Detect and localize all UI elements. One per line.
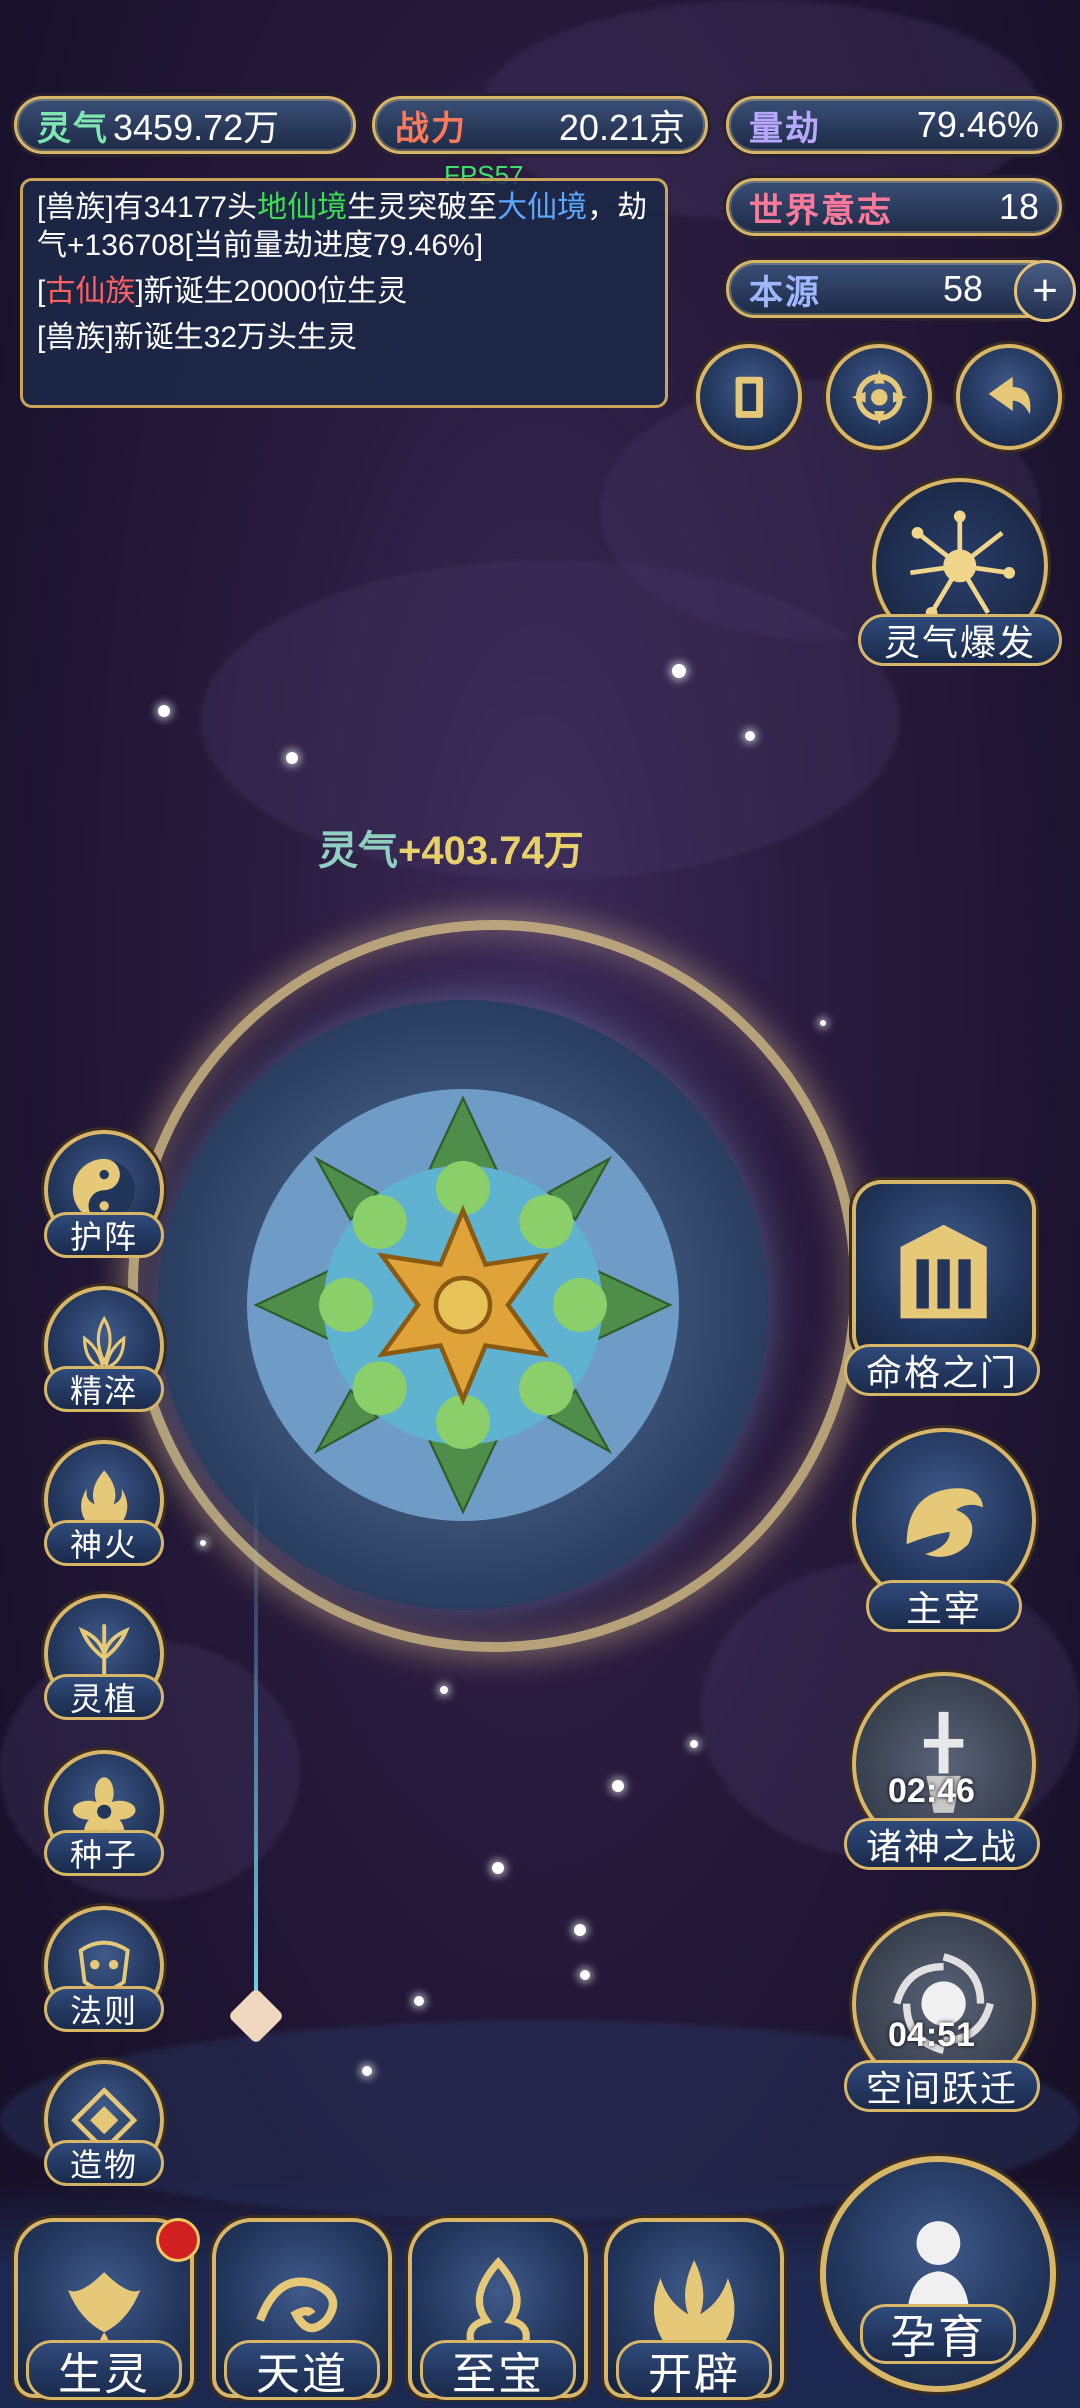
lingqi-burst-label[interactable]: 灵气爆发 (858, 614, 1062, 666)
liangjie-label: 量劫 (749, 109, 821, 148)
lotus-core-icon (247, 1089, 679, 1521)
tian-dao-label[interactable]: 天道 (224, 2340, 380, 2400)
shijie-label: 世界意志 (749, 191, 893, 230)
lingqi-stat: 灵气 3459.72万 (14, 96, 356, 154)
vortex-button[interactable] (826, 344, 932, 450)
dragon-icon (907, 1488, 984, 1558)
shijie-stat[interactable]: 世界意志 18 (726, 178, 1062, 236)
hu-zhen-label[interactable]: 护阵 (44, 1212, 164, 1258)
burst-icon (910, 510, 1016, 619)
lingqi-value: 3459.72万 (113, 107, 280, 148)
log-line: [古仙族]新诞生20000位生灵 (37, 275, 408, 308)
zhu-zai-label[interactable]: 主宰 (866, 1580, 1022, 1632)
benyuan-value: 58 (942, 268, 983, 309)
zhi-bao-label[interactable]: 至宝 (420, 2340, 576, 2400)
ling-zhi-label[interactable]: 灵植 (44, 1674, 164, 1720)
zhanli-label: 战力 (395, 109, 467, 148)
shijie-value: 18 (998, 186, 1039, 227)
scroll-button[interactable] (696, 344, 802, 450)
notification-dot (156, 2218, 200, 2262)
lingqi-gain-popup: 灵气+403.74万 (318, 829, 584, 873)
log-line: [兽族]有34177头地仙境生灵突破至大仙境，劫气+136708[当前量劫进度7… (37, 191, 648, 262)
zhanli-value: 20.21京 (558, 107, 685, 148)
kai-pi-label[interactable]: 开辟 (616, 2340, 772, 2400)
gate-icon (900, 1225, 988, 1319)
yun-yu-label[interactable]: 孕育 (860, 2304, 1016, 2364)
zhu-shen-timer: 02:46 (888, 1772, 975, 1810)
zhu-shen-label[interactable]: 诸神之战 (844, 1818, 1040, 1870)
event-log: [兽族]有34177头地仙境生灵突破至大仙境，劫气+136708[当前量劫进度7… (20, 178, 668, 408)
add-benyuan-button[interactable]: + (1014, 260, 1076, 322)
jing-cui-label[interactable]: 精淬 (44, 1366, 164, 1412)
benyuan-label: 本源 (749, 273, 821, 312)
ming-ge-button[interactable] (852, 1180, 1036, 1364)
vortex-icon (851, 369, 907, 425)
shen-huo-label[interactable]: 神火 (44, 1520, 164, 1566)
sheng-ling-label[interactable]: 生灵 (26, 2340, 182, 2400)
share-arrow-icon (988, 376, 1031, 415)
light-beam (254, 1480, 258, 2000)
log-line: [兽族]新诞生32万头生灵 (37, 321, 358, 354)
ming-ge-label[interactable]: 命格之门 (844, 1344, 1040, 1396)
kong-jian-timer: 04:51 (888, 2016, 975, 2054)
benyuan-stat[interactable]: 本源 58 (726, 260, 1062, 318)
liangjie-stat[interactable]: 量劫 79.46% (726, 96, 1062, 154)
scroll-icon (735, 376, 763, 418)
zhanli-stat: 战力 20.21京 (372, 96, 708, 154)
lingqi-label: 灵气 (37, 109, 109, 148)
kong-jian-label[interactable]: 空间跃迁 (844, 2060, 1040, 2112)
liangjie-value: 79.46% (916, 104, 1039, 145)
zhong-zi-label[interactable]: 种子 (44, 1830, 164, 1876)
share-button[interactable] (956, 344, 1062, 450)
fa-ze-label[interactable]: 法则 (44, 1986, 164, 2032)
world-planet[interactable] (158, 1000, 768, 1610)
